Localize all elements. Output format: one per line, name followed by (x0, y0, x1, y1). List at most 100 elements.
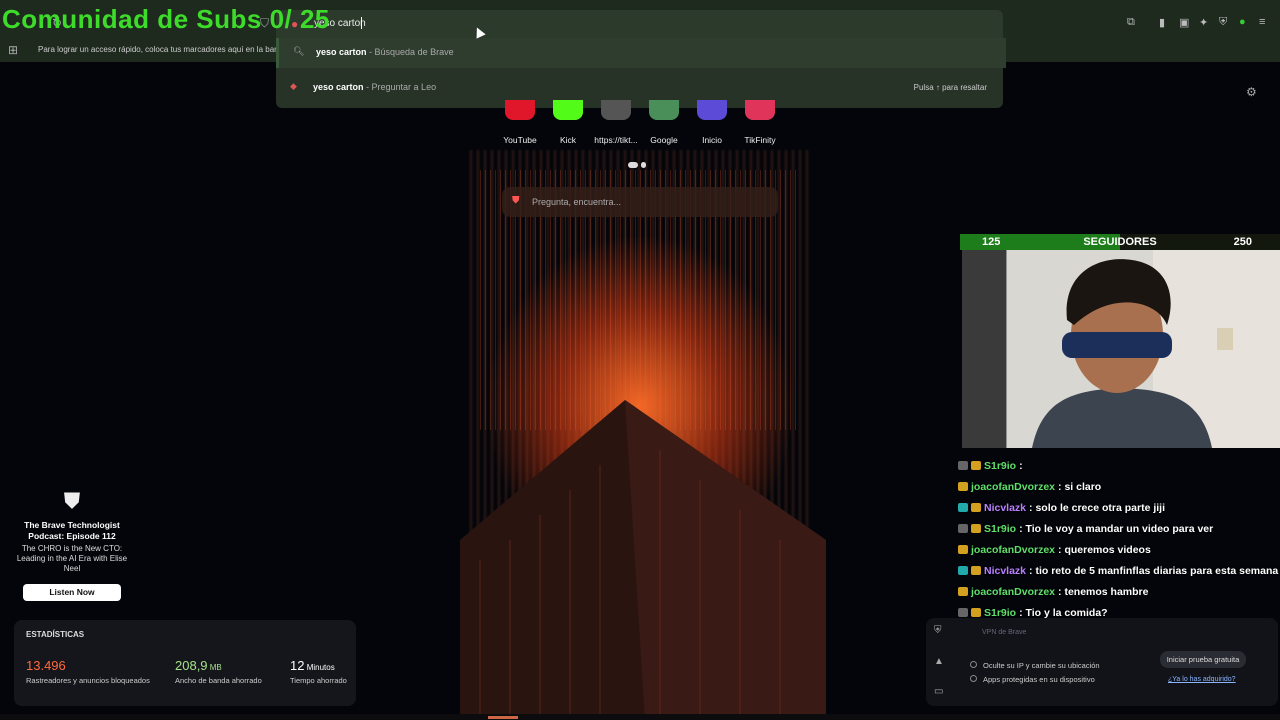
suggestion-query: yeso carton (316, 47, 367, 57)
podcast-subtitle: The CHRO is the New CTO: Leading in the … (16, 544, 128, 573)
stats-card: ESTADÍSTICAS 13.496 Rastreadores y anunc… (14, 620, 356, 706)
already-purchased-link[interactable]: ¿Ya lo has adquirido? (1168, 676, 1236, 683)
stat-trackers: 13.496 Rastreadores y anuncios bloqueado… (26, 658, 150, 685)
profile-icon[interactable]: ● (1239, 16, 1246, 28)
wallet-icon[interactable]: ▣ (1179, 16, 1189, 29)
suggestion-hint: Pulsa ↑ para resaltar (913, 83, 987, 92)
chat-text: : (1019, 460, 1023, 472)
vpn-shield-icon: ⛨ (934, 625, 942, 636)
stat-time: 12 Minutos Tiempo ahorrado (290, 658, 347, 685)
chat-badge-icon (971, 524, 981, 533)
vpn-feature-text: Oculte su IP y cambie su ubicación (983, 661, 1100, 670)
pager-dot-active[interactable] (628, 162, 638, 168)
shortcut-label: https://tikt... (594, 135, 638, 145)
omnibox-suggestions: 🔍︎ yeso carton - Búsqueda de Brave ◆ yes… (276, 38, 1006, 108)
shortcut-label: TikFinity (744, 135, 776, 145)
suggestion-search[interactable]: 🔍︎ yeso carton - Búsqueda de Brave (276, 38, 1006, 68)
chat-username[interactable]: S1r9io (984, 460, 1016, 472)
stat-desc: Tiempo ahorrado (290, 676, 347, 685)
chat-username[interactable]: joacofanDvorzex (971, 481, 1055, 493)
shortcut-google[interactable]: Google (640, 100, 688, 145)
inicio-icon (697, 100, 727, 120)
sidebar-icon[interactable]: ▮ (1159, 16, 1165, 29)
stats-heading: ESTADÍSTICAS (26, 630, 85, 639)
chat-username[interactable]: joacofanDvorzex (971, 586, 1055, 598)
leo-icon: ◆ (290, 81, 297, 91)
brave-lion-icon: ⛊ (512, 195, 520, 206)
chat-badge-icon (958, 545, 968, 554)
shortcut-label: Inicio (702, 135, 722, 145)
chat-badge-icon (971, 503, 981, 512)
shortcut-youtube[interactable]: YouTube (496, 100, 544, 145)
chat-badge-icon (958, 503, 968, 512)
stream-chat: S1r9io: joacofanDvorzex: si claro Nicvlazk… (958, 460, 1280, 628)
address-bar[interactable] (276, 10, 1003, 38)
vpn-feature: Oculte su IP y cambie su ubicación (970, 661, 1100, 670)
start-trial-button[interactable]: Iniciar prueba gratuita (1160, 651, 1246, 668)
youtube-icon (505, 100, 535, 120)
shortcut-tiktok[interactable]: https://tikt... (592, 100, 640, 145)
stat-desc: Rastreadores y anuncios bloqueados (26, 676, 150, 685)
shortcut-pager[interactable] (628, 155, 649, 173)
gear-icon[interactable]: ⚙ (1246, 85, 1257, 99)
chat-text: : tio reto de 5 manfinflas diarias para … (1029, 565, 1279, 577)
chat-text: : solo le crece otra parte jiji (1029, 502, 1165, 514)
chat-message: joacofanDvorzex: si claro (958, 481, 1280, 494)
stat-value: 208,9 (175, 658, 208, 673)
shortcut-kick[interactable]: Kick (544, 100, 592, 145)
leo-ai-icon[interactable]: ✦ (1199, 16, 1208, 29)
suggestion-leo[interactable]: ◆ yeso carton - Preguntar a Leo Pulsa ↑ … (276, 73, 1003, 103)
shortcut-label: Kick (559, 135, 577, 145)
chat-text: : si claro (1058, 481, 1102, 493)
screenshot-icon[interactable]: ⧉ (1127, 16, 1135, 29)
followers-goal-bar: 125 SEGUIDORES 250 (960, 234, 1280, 250)
streamer-figure (962, 250, 1233, 448)
chat-badge-icon (958, 608, 968, 617)
stream-overlay-title: Comunidad de Subs 0/ 25 (2, 4, 330, 34)
chat-username[interactable]: Nicvlazk (984, 565, 1026, 577)
vpn-title: VPN de Brave (982, 629, 1027, 636)
monitor-icon: ▭ (934, 686, 944, 697)
tikfinity-icon (745, 100, 775, 120)
tiktok-icon (601, 100, 631, 120)
search-placeholder: Pregunta, encuentra... (532, 197, 622, 207)
vpn-feature-text: Apps protegidas en su dispositivo (983, 675, 1095, 684)
suggestion-source: - Preguntar a Leo (363, 82, 437, 92)
chat-badge-icon (958, 566, 968, 575)
shortcut-tikfinity[interactable]: TikFinity (736, 100, 784, 145)
chat-message: S1r9io: Tio le voy a mandar un video par… (958, 523, 1280, 536)
chat-badge-icon (971, 566, 981, 575)
chat-message: joacofanDvorzex: queremos videos (958, 544, 1280, 557)
stat-value: 13.496 (26, 658, 66, 673)
vpn-icon[interactable]: ⛨ (1219, 16, 1227, 29)
menu-icon[interactable]: ≡ (1259, 16, 1265, 28)
chat-text: : tenemos hambre (1058, 586, 1149, 598)
stat-unit: MB (207, 663, 222, 672)
text-caret (361, 17, 362, 29)
chat-badge-icon (958, 587, 968, 596)
background-building (460, 400, 826, 720)
apps-grid-icon[interactable]: ⊞ (8, 43, 18, 57)
listen-now-button[interactable]: Listen Now (23, 584, 121, 601)
chat-text: : Tio le voy a mandar un video para ver (1019, 523, 1214, 535)
bookmarks-hint: Para lograr un acceso rápido, coloca tus… (38, 45, 276, 54)
suggestion-source: - Búsqueda de Brave (366, 47, 454, 57)
shortcut-label: Google (650, 135, 678, 145)
chat-badge-icon (971, 608, 981, 617)
followers-label: SEGUIDORES (1083, 236, 1157, 248)
chat-username[interactable]: Nicvlazk (984, 502, 1026, 514)
shortcut-inicio[interactable]: Inicio (688, 100, 736, 145)
chat-badge-icon (958, 482, 968, 491)
chat-username[interactable]: S1r9io (984, 523, 1016, 535)
chat-badge-icon (971, 461, 981, 470)
search-box[interactable]: ⛊ Pregunta, encuentra... (502, 187, 778, 217)
vpn-feature: Apps protegidas en su dispositivo (970, 675, 1095, 684)
vpn-card: VPN de Brave ⛨ ▲ ▭ Oculte su IP y cambie… (926, 618, 1278, 706)
chat-username[interactable]: joacofanDvorzex (971, 544, 1055, 556)
warning-icon: ▲ (934, 656, 944, 667)
kick-icon (553, 100, 583, 120)
chat-message: Nicvlazk: tio reto de 5 manfinflas diari… (958, 565, 1280, 578)
pager-dot[interactable] (641, 162, 646, 168)
stat-unit: Minutos (304, 663, 335, 672)
podcast-card: ⛊ The Brave Technologist Podcast: Episod… (14, 488, 130, 601)
